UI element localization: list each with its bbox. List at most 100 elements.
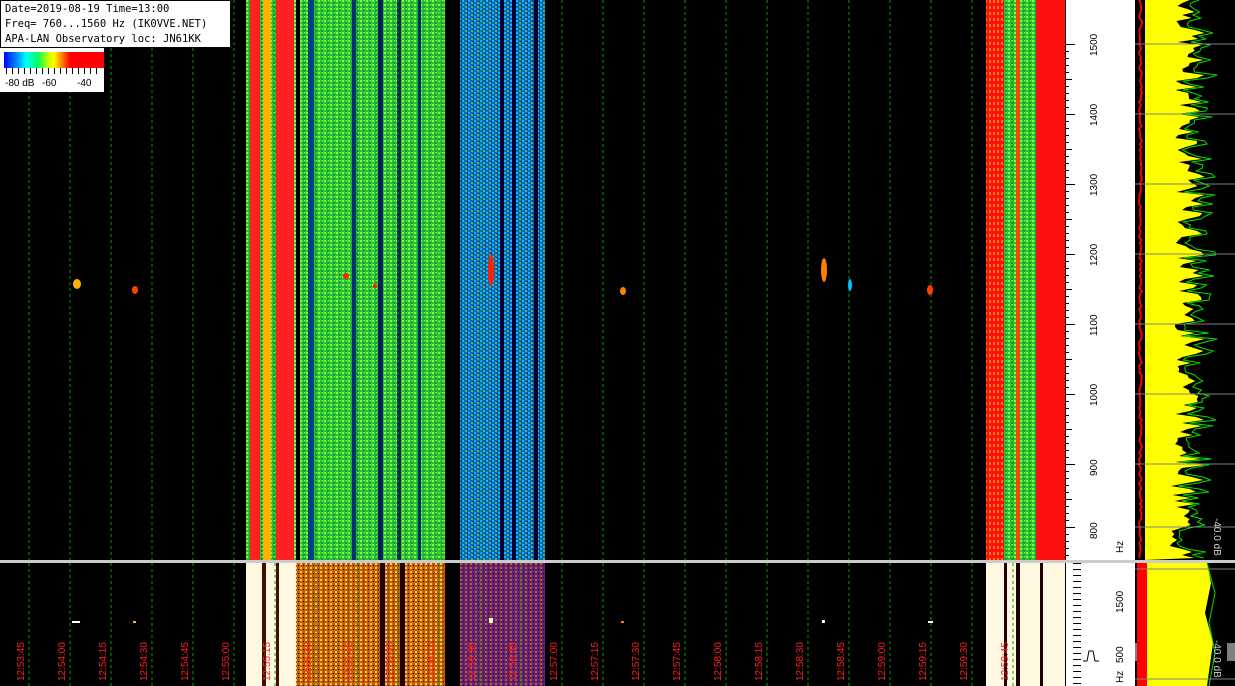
- time-label: 12:57:30: [631, 642, 642, 681]
- time-label: 12:56:00: [385, 642, 396, 681]
- freq-minor-tick: [1065, 58, 1069, 59]
- freq-minor-tick: [1065, 541, 1069, 542]
- freq-minor-tick: [1065, 289, 1072, 290]
- freq-minor-tick: [1065, 380, 1069, 381]
- lower-waterfall: [0, 563, 1065, 686]
- time-label: 12:58:45: [836, 642, 847, 681]
- freq-tick-1300: 1300: [1089, 173, 1100, 196]
- freq-minor-tick: [1065, 534, 1069, 535]
- freq-minor-tick: [1065, 485, 1069, 486]
- freq-minor-tick: [1065, 415, 1069, 416]
- scale-label-mid: -60: [42, 78, 57, 89]
- time-label: 12:59:00: [877, 642, 888, 681]
- freq-minor-tick: [1065, 142, 1069, 143]
- frequency-axis: 1500 1400 1300 1200 1100 1000 900 800 Hz: [1065, 0, 1135, 560]
- freq-minor-tick: [1065, 401, 1069, 402]
- freq-minor-tick: [1065, 422, 1069, 423]
- freq-minor-tick: [1065, 345, 1069, 346]
- freq-minor-tick: [1065, 555, 1069, 556]
- freq-tick-mark: [1065, 527, 1075, 528]
- freq-minor-tick: [1065, 310, 1069, 311]
- freq-minor-tick: [1065, 86, 1069, 87]
- freq-minor-tick: [1065, 226, 1069, 227]
- freq-minor-tick: [1065, 282, 1069, 283]
- freq-minor-tick: [1065, 352, 1069, 353]
- freq-minor-tick: [1065, 163, 1069, 164]
- time-label: 12:56:45: [508, 642, 519, 681]
- freq-minor-tick: [1065, 506, 1069, 507]
- freq-tick-1500: 1500: [1089, 33, 1100, 56]
- freq-minor-tick: [1065, 317, 1069, 318]
- freq-tick-800: 800: [1089, 522, 1100, 539]
- lower-frequency-unit: Hz: [1115, 670, 1126, 683]
- time-label: 12:59:15: [918, 642, 929, 681]
- time-label: 12:57:45: [672, 642, 683, 681]
- time-label: 12:58:30: [795, 642, 806, 681]
- freq-minor-tick: [1065, 79, 1072, 80]
- time-label: 12:55:00: [221, 642, 232, 681]
- freq-tick-1100: 1100: [1089, 314, 1100, 336]
- scale-label-high: -40: [77, 78, 92, 89]
- freq-minor-tick: [1065, 443, 1069, 444]
- freq-minor-tick: [1065, 359, 1072, 360]
- freq-minor-tick: [1065, 275, 1069, 276]
- lower-freq-tick-1500: 1500: [1115, 590, 1126, 613]
- freq-minor-tick: [1065, 268, 1069, 269]
- freq-tick-mark: [1065, 114, 1075, 115]
- freq-minor-tick: [1065, 233, 1069, 234]
- freq-minor-tick: [1065, 338, 1069, 339]
- time-label: 12:57:15: [590, 642, 601, 681]
- freq-minor-tick: [1065, 520, 1069, 521]
- freq-minor-tick: [1065, 261, 1069, 262]
- freq-minor-tick: [1065, 205, 1069, 206]
- time-label: 12:55:30: [303, 642, 314, 681]
- freq-minor-tick: [1065, 548, 1069, 549]
- scale-label-low: -80 dB: [5, 78, 35, 89]
- freq-minor-tick: [1065, 303, 1069, 304]
- observatory-line: APA-LAN Observatory loc: JN61KK: [5, 33, 201, 45]
- time-label: 12:53:45: [16, 642, 27, 681]
- freq-minor-tick: [1065, 240, 1069, 241]
- freq-tick-1400: 1400: [1089, 103, 1100, 126]
- freq-minor-tick: [1065, 51, 1069, 52]
- freq-minor-tick: [1065, 219, 1072, 220]
- frequency-line: Freq= 760...1560 Hz (IK0VVE.NET): [5, 18, 208, 30]
- time-label: 12:56:15: [426, 642, 437, 681]
- freq-minor-tick: [1065, 170, 1069, 171]
- freq-tick-mark: [1065, 44, 1075, 45]
- time-label: 12:59:45: [1000, 642, 1011, 681]
- spectrum-plot: [1135, 0, 1235, 560]
- power-axis-label: -40.0 dB: [1211, 518, 1222, 556]
- time-label: 12:54:00: [57, 642, 68, 681]
- freq-minor-tick: [1065, 429, 1072, 430]
- freq-minor-tick: [1065, 121, 1069, 122]
- time-label: 12:58:00: [713, 642, 724, 681]
- freq-minor-tick: [1065, 471, 1069, 472]
- info-box: Date=2019-08-19 Time=13:00 Freq= 760...1…: [0, 0, 231, 48]
- freq-minor-tick: [1065, 156, 1069, 157]
- freq-tick-mark: [1065, 254, 1075, 255]
- freq-tick-mark: [1065, 324, 1075, 325]
- freq-minor-tick: [1065, 135, 1069, 136]
- time-label: 12:54:15: [98, 642, 109, 681]
- freq-tick-mark: [1065, 394, 1075, 395]
- freq-tick-mark: [1065, 184, 1075, 185]
- freq-minor-tick: [1065, 436, 1069, 437]
- time-label: 12:55:15: [262, 642, 273, 681]
- freq-minor-tick: [1065, 128, 1069, 129]
- freq-tick-1200: 1200: [1089, 243, 1100, 266]
- freq-minor-tick: [1065, 247, 1069, 248]
- freq-minor-tick: [1065, 72, 1069, 73]
- freq-minor-tick: [1065, 492, 1069, 493]
- date-time-line: Date=2019-08-19 Time=13:00: [5, 3, 170, 15]
- freq-minor-tick: [1065, 450, 1069, 451]
- freq-minor-tick: [1065, 387, 1069, 388]
- freq-minor-tick: [1065, 296, 1069, 297]
- time-label: 12:59:30: [959, 642, 970, 681]
- color-scale-ticks: [6, 68, 102, 74]
- freq-minor-tick: [1065, 366, 1069, 367]
- time-label: 12:56:30: [467, 642, 478, 681]
- freq-minor-tick: [1065, 191, 1069, 192]
- time-label: 12:54:30: [139, 642, 150, 681]
- time-label: 12:54:45: [180, 642, 191, 681]
